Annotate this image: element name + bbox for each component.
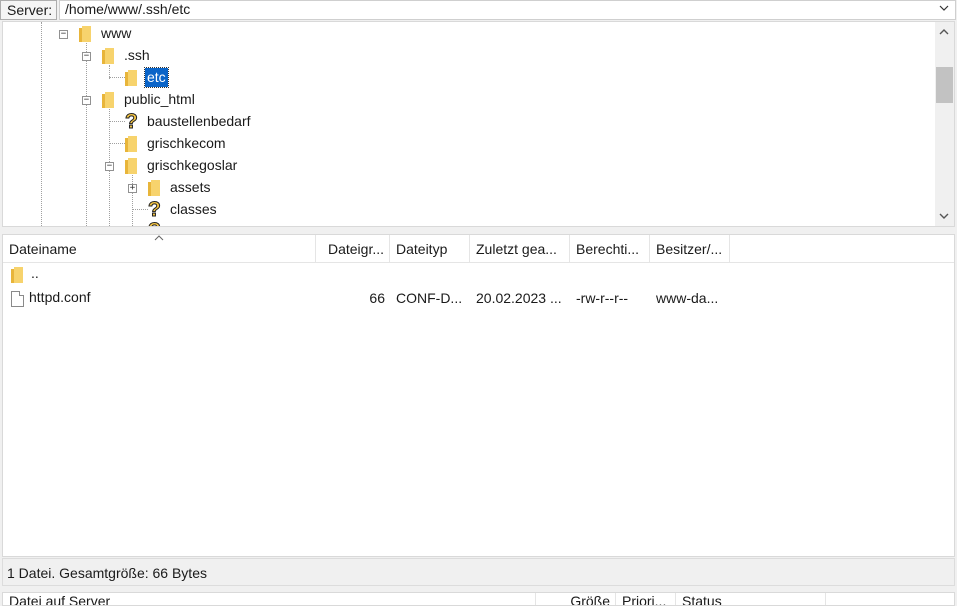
file-type: CONF-D... [396, 290, 463, 306]
scrollbar-thumb[interactable] [936, 67, 953, 103]
tree-node-label: www [101, 25, 132, 41]
queue-column-remote-file[interactable]: Datei auf Server [3, 593, 536, 605]
unknown-folder-icon: ? [125, 110, 139, 133]
tree-node-www[interactable]: − www [3, 23, 903, 45]
scroll-up-icon[interactable] [938, 26, 950, 38]
expand-icon[interactable]: + [128, 184, 137, 193]
column-header-modified[interactable]: Zuletzt gea... [470, 235, 570, 263]
tree-node-label: baustellenbedarf [147, 113, 251, 129]
file-row-parent[interactable]: .. [3, 262, 954, 286]
collapse-icon[interactable]: − [82, 96, 91, 105]
tree-node-label: .ssh [124, 47, 150, 63]
folder-icon [125, 136, 137, 152]
file-owner: www-da... [656, 290, 719, 306]
column-header-owner[interactable]: Besitzer/... [650, 235, 730, 263]
tree-node-classes[interactable]: ? classes [3, 199, 903, 221]
tree-node-label: grischkecom [147, 135, 226, 151]
folder-icon [102, 92, 114, 108]
folder-icon [79, 26, 91, 42]
queue-column-priority[interactable]: Priori... [616, 593, 676, 605]
tree-node-label: public_html [124, 91, 195, 107]
folder-icon [102, 48, 114, 64]
scroll-down-icon[interactable] [938, 210, 950, 222]
tree-node-etc[interactable]: etc [3, 67, 903, 89]
tree-node-baustellenbedarf[interactable]: ? baustellenbedarf [3, 111, 903, 133]
remote-file-list[interactable]: Dateiname Dateigr... Dateityp Zuletzt ge… [2, 234, 955, 557]
file-size: 66 [369, 290, 385, 306]
server-path-bar: Server: /home/www/.ssh/etc [0, 0, 957, 20]
column-header-filetype[interactable]: Dateityp [390, 235, 470, 263]
column-header-filesize[interactable]: Dateigr... [316, 235, 390, 263]
collapse-icon[interactable]: − [105, 162, 114, 171]
chevron-down-icon[interactable] [939, 3, 949, 13]
file-list-status: 1 Datei. Gesamtgröße: 66 Bytes [2, 558, 955, 586]
tree-node-public-html[interactable]: − public_html [3, 89, 903, 111]
collapse-icon[interactable]: − [82, 52, 91, 61]
tree-node-label: classes [170, 201, 217, 217]
folder-icon [125, 70, 137, 86]
server-path-combobox[interactable]: /home/www/.ssh/etc [59, 0, 956, 20]
file-modified: 20.02.2023 ... [476, 290, 562, 306]
tree-node-label: assets [170, 179, 211, 195]
file-icon [11, 290, 24, 307]
unknown-folder-icon: ? [148, 198, 162, 221]
tree-node-grischkecom[interactable]: grischkecom [3, 133, 903, 155]
collapse-icon[interactable]: − [59, 30, 68, 39]
folder-icon [125, 158, 137, 174]
tree-node-label: etc [144, 67, 169, 88]
tree-vertical-scrollbar[interactable] [935, 22, 954, 226]
queue-column-status[interactable]: Status [676, 593, 826, 605]
file-name: httpd.conf [29, 289, 91, 306]
folder-icon [148, 180, 160, 196]
tree-node-ssh[interactable]: − .ssh [3, 45, 903, 67]
file-permissions: -rw-r--r-- [576, 290, 629, 306]
server-label: Server: [0, 0, 57, 20]
sort-ascending-icon [154, 235, 164, 241]
tree-node-grischkegoslar[interactable]: − grischkegoslar [3, 155, 903, 177]
file-name: .. [31, 265, 39, 282]
remote-directory-tree[interactable]: − www − .ssh etc − public_html ? baustel… [2, 21, 955, 227]
column-header-permissions[interactable]: Berechti... [570, 235, 650, 263]
transfer-queue-header: Datei auf Server Größe Priori... Status [2, 592, 955, 606]
tree-node-assets[interactable]: + assets [3, 177, 903, 199]
server-path-value: /home/www/.ssh/etc [65, 1, 191, 17]
file-row-httpd-conf[interactable]: httpd.conf 66 CONF-D... 20.02.2023 ... -… [3, 286, 954, 310]
folder-icon [11, 266, 23, 283]
tree-node-label: grischkegoslar [147, 157, 238, 173]
file-list-header: Dateiname Dateigr... Dateityp Zuletzt ge… [3, 235, 954, 263]
unknown-folder-icon: ? [148, 220, 162, 227]
queue-column-size[interactable]: Größe [536, 593, 616, 605]
